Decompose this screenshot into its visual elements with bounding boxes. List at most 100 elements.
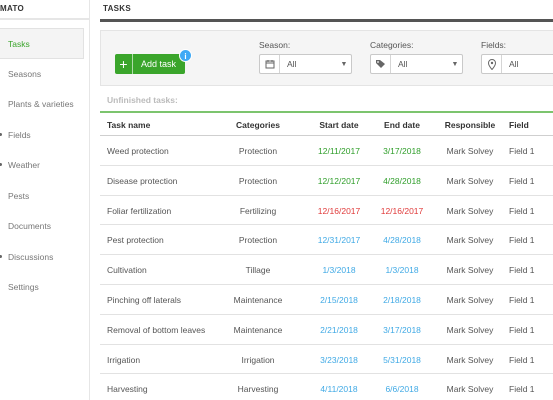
main-content: TASKS + Add task i Season: All ▼ Categor… [100, 0, 553, 400]
task-category: Maintenance [233, 294, 283, 305]
column-header-field[interactable]: Field [509, 120, 529, 130]
fields-value: All [509, 59, 519, 69]
task-field: Field 1 [509, 175, 535, 186]
task-responsible: Mark Solvey [446, 265, 494, 276]
table-row[interactable]: Pinching off laterals Maintenance 2/15/2… [100, 285, 553, 315]
task-field: Field 1 [509, 205, 535, 216]
task-responsible: Mark Solvey [446, 205, 494, 216]
task-field: Field 1 [509, 324, 535, 335]
calendar-icon [260, 55, 280, 73]
task-name: Disease protection [107, 175, 178, 186]
filter-bar: + Add task i Season: All ▼ Categories: A… [100, 30, 553, 86]
title-divider [100, 19, 553, 22]
bullet-icon [0, 132, 2, 136]
task-name: Pinching off laterals [107, 294, 182, 305]
task-field: Field 1 [509, 354, 535, 365]
table-row[interactable]: Weed protection Protection 12/11/2017 3/… [100, 136, 553, 166]
table-row[interactable]: Harvesting Harvesting 4/11/2018 6/6/2018… [100, 374, 553, 400]
sidebar-nav: Tasks Seasons Plants & varieties Fields … [0, 28, 84, 303]
map-pin-icon [482, 55, 502, 73]
sidebar-item-pests[interactable]: Pests [0, 181, 84, 212]
task-category: Maintenance [233, 324, 283, 335]
sidebar-item-tasks[interactable]: Tasks [0, 28, 84, 59]
add-task-button[interactable]: + Add task [115, 54, 185, 74]
tasks-table: Task name Categories Start date End date… [100, 111, 553, 400]
task-responsible: Mark Solvey [446, 294, 494, 305]
categories-filter-label: Categories: [370, 40, 414, 50]
task-responsible: Mark Solvey [446, 384, 494, 395]
sidebar-item-label: Fields [8, 129, 31, 140]
task-start-date: 3/23/2018 [320, 354, 358, 365]
task-end-date: 6/6/2018 [385, 384, 419, 395]
page-title: TASKS [103, 4, 132, 13]
task-name: Pest protection [107, 235, 164, 246]
task-start-date: 12/31/2017 [317, 235, 361, 246]
task-category: Harvesting [237, 384, 279, 395]
info-icon[interactable]: i [179, 49, 192, 62]
fields-filter-label: Fields: [481, 40, 507, 50]
task-field: Field 1 [509, 235, 535, 246]
task-start-date: 12/12/2017 [317, 175, 361, 186]
column-header-end-date[interactable]: End date [372, 120, 432, 130]
task-field: Field 1 [509, 265, 535, 276]
table-row[interactable]: Removal of bottom leaves Maintenance 2/2… [100, 315, 553, 345]
table-row[interactable]: Cultivation Tillage 1/3/2018 1/3/2018 Ma… [100, 255, 553, 285]
task-category: Fertilizing [239, 205, 277, 216]
task-category: Protection [238, 146, 278, 156]
categories-value: All [398, 59, 408, 69]
task-name: Harvesting [107, 384, 148, 395]
task-field: Field 1 [509, 146, 535, 156]
task-field: Field 1 [509, 294, 535, 305]
sidebar-item-plants-varieties[interactable]: Plants & varieties [0, 89, 84, 120]
column-header-start-date[interactable]: Start date [308, 120, 370, 130]
fields-select[interactable]: All [481, 54, 553, 74]
sidebar-item-settings[interactable]: Settings [0, 272, 84, 303]
column-header-responsible[interactable]: Responsible [440, 120, 500, 130]
table-row[interactable]: Disease protection Protection 12/12/2017… [100, 166, 553, 196]
task-responsible: Mark Solvey [446, 324, 494, 335]
task-end-date: 3/17/2018 [383, 324, 421, 335]
task-responsible: Mark Solvey [446, 235, 494, 246]
season-filter-label: Season: [259, 40, 291, 50]
task-name: Removal of bottom leaves [107, 324, 206, 335]
task-end-date: 12/16/2017 [380, 205, 424, 216]
task-end-date: 4/28/2018 [383, 175, 421, 186]
task-field: Field 1 [509, 384, 535, 395]
task-start-date: 2/21/2018 [320, 324, 358, 335]
sidebar-item-label: Discussions [8, 251, 54, 262]
task-category: Protection [238, 175, 278, 186]
task-end-date: 5/31/2018 [383, 354, 421, 365]
categories-select[interactable]: All ▼ [370, 54, 463, 74]
add-task-label: Add task [141, 59, 177, 69]
bullet-icon [0, 254, 2, 258]
task-category: Irrigation [241, 354, 275, 365]
table-row[interactable]: Irrigation Irrigation 3/23/2018 5/31/201… [100, 345, 553, 375]
section-label: Unfinished tasks: [107, 95, 178, 105]
task-category: Tillage [245, 265, 271, 276]
sidebar-item-seasons[interactable]: Seasons [0, 59, 84, 90]
table-row[interactable]: Foliar fertilization Fertilizing 12/16/2… [100, 196, 553, 226]
app-brand: MATO [0, 4, 25, 13]
bullet-icon [0, 163, 2, 166]
task-end-date: 1/3/2018 [385, 265, 419, 276]
sidebar-item-fields[interactable]: Fields [0, 120, 84, 151]
sidebar-item-label: Weather [8, 160, 40, 170]
sidebar-item-documents[interactable]: Documents [0, 211, 84, 242]
season-select[interactable]: All ▼ [259, 54, 352, 74]
task-start-date: 12/16/2017 [317, 205, 361, 216]
task-name: Cultivation [107, 265, 147, 276]
task-end-date: 3/17/2018 [383, 146, 421, 156]
task-start-date: 12/11/2017 [318, 146, 360, 156]
task-category: Protection [238, 235, 278, 246]
tag-icon [371, 55, 391, 73]
column-header-categories[interactable]: Categories [208, 120, 308, 130]
chevron-down-icon: ▼ [451, 60, 459, 68]
plus-icon: + [115, 54, 133, 74]
chevron-down-icon: ▼ [340, 60, 348, 68]
task-start-date: 1/3/2018 [322, 265, 356, 276]
sidebar-item-discussions[interactable]: Discussions [0, 242, 84, 273]
column-header-task-name[interactable]: Task name [107, 120, 150, 130]
sidebar-item-weather[interactable]: Weather [0, 150, 84, 181]
task-end-date: 4/28/2018 [383, 235, 421, 246]
table-row[interactable]: Pest protection Protection 12/31/2017 4/… [100, 225, 553, 256]
